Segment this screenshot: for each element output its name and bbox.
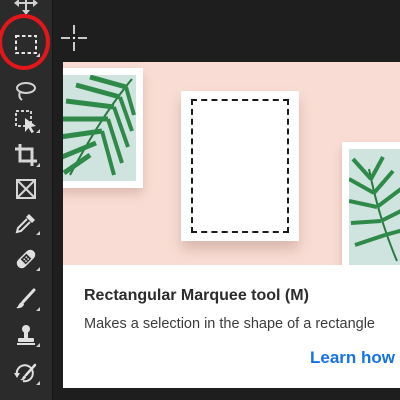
tooltip-description: Makes a selection in the shape of a rect… bbox=[84, 316, 375, 332]
tool-group-indicator bbox=[36, 267, 40, 271]
preview-photo-left bbox=[63, 68, 143, 188]
preview-selection-frame bbox=[181, 91, 299, 241]
eyedropper-icon bbox=[15, 214, 35, 234]
palm-leaf-icon bbox=[63, 75, 136, 176]
healing-brush-tool-button[interactable] bbox=[6, 242, 46, 276]
tools-panel bbox=[0, 0, 53, 400]
palm-leaf-icon bbox=[349, 156, 400, 262]
tool-group-indicator bbox=[36, 381, 40, 385]
stamp-icon bbox=[17, 325, 35, 345]
preview-photo-right bbox=[342, 142, 400, 265]
crop-tool-button[interactable] bbox=[6, 138, 46, 172]
tool-group-indicator bbox=[36, 307, 40, 311]
clone-stamp-tool-button[interactable] bbox=[6, 318, 46, 352]
eyedropper-tool-button[interactable] bbox=[6, 206, 46, 240]
highlight-circle bbox=[0, 14, 50, 70]
lasso-icon bbox=[16, 82, 36, 101]
crosshair-cursor-icon bbox=[61, 25, 87, 51]
learn-how-link[interactable]: Learn how bbox=[310, 348, 395, 368]
tooltip-preview-image bbox=[63, 62, 400, 265]
marquee-selection bbox=[191, 99, 289, 233]
frame-icon bbox=[16, 179, 36, 199]
history-brush-tool-button[interactable] bbox=[6, 356, 46, 390]
tool-group-indicator bbox=[36, 231, 40, 235]
brush-tool-button[interactable] bbox=[6, 282, 46, 316]
object-selection-tool-button[interactable] bbox=[6, 104, 46, 138]
tool-group-indicator bbox=[36, 129, 40, 133]
tool-tooltip: Rectangular Marquee tool (M) Makes a sel… bbox=[63, 62, 400, 388]
tooltip-title: Rectangular Marquee tool (M) bbox=[84, 287, 309, 304]
tool-group-indicator bbox=[36, 343, 40, 347]
frame-tool-button[interactable] bbox=[6, 172, 46, 206]
lasso-tool-button[interactable] bbox=[6, 74, 46, 108]
tool-group-indicator bbox=[36, 163, 40, 167]
photoshop-window: Rectangular Marquee tool (M) Makes a sel… bbox=[0, 0, 400, 400]
brush-icon bbox=[16, 288, 36, 309]
